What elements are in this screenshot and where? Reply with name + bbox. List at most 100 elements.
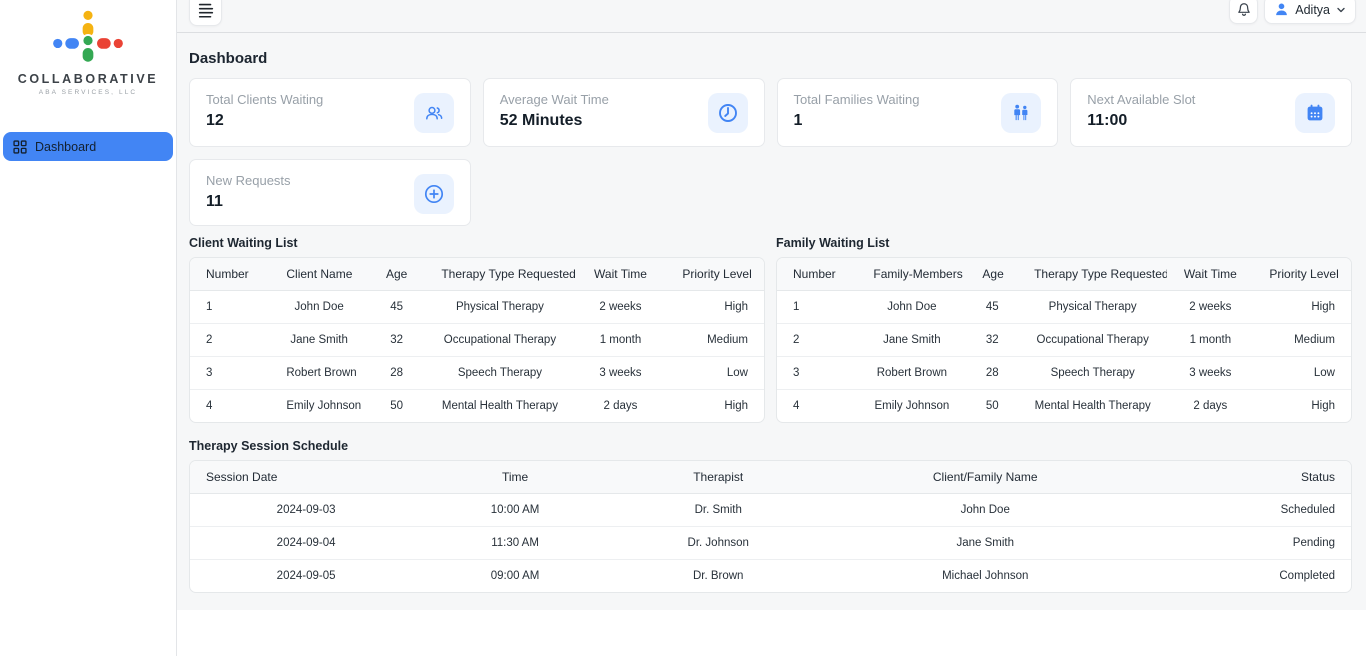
table-cell: 1 month (1167, 324, 1253, 357)
table-cell: Jane Smith (857, 324, 966, 357)
main-area: Aditya Dashboard Total Clients Waiting 1… (177, 0, 1366, 656)
section-title: Family Waiting List (776, 236, 1352, 250)
table-cell: John Doe (270, 291, 368, 324)
sidebar-nav: Dashboard (0, 132, 176, 161)
sidebar-toggle-button[interactable] (189, 0, 222, 26)
notifications-button[interactable] (1229, 0, 1258, 24)
table-row: 2024-09-0310:00 AMDr. SmithJohn DoeSched… (190, 494, 1351, 527)
table-row: 3Robert Brown28Speech Therapy3 weeksLow (777, 357, 1351, 390)
table-cell: Occupational Therapy (425, 324, 574, 357)
column-header: Session Date (190, 461, 422, 494)
table-cell: High (1253, 390, 1351, 423)
table-cell: 4 (777, 390, 857, 423)
table-cell: Dr. Brown (608, 560, 829, 593)
table-row: 3Robert Brown28Speech Therapy3 weeksLow (190, 357, 764, 390)
dashboard-content: Dashboard Total Clients Waiting 12 Avera… (177, 33, 1366, 610)
table-cell: 3 weeks (575, 357, 667, 390)
table-row: 2Jane Smith32Occupational Therapy1 month… (777, 324, 1351, 357)
table-cell: Occupational Therapy (1018, 324, 1167, 357)
user-menu-button[interactable]: Aditya (1264, 0, 1356, 24)
bell-icon (1236, 2, 1252, 18)
table-cell: Medium (666, 324, 764, 357)
table-cell: Michael Johnson (829, 560, 1142, 593)
column-header: Wait Time (1167, 258, 1253, 291)
table-cell: 3 (190, 357, 270, 390)
table-cell: 2024-09-03 (190, 494, 422, 527)
hamburger-icon (197, 1, 215, 19)
table-cell: High (1253, 291, 1351, 324)
table-header-row: NumberClient NameAgeTherapy Type Request… (190, 258, 764, 291)
table-cell: 50 (966, 390, 1018, 423)
section-title: Therapy Session Schedule (189, 439, 1352, 453)
table-cell: 1 (777, 291, 857, 324)
column-header: Therapist (608, 461, 829, 494)
stat-cards: Total Clients Waiting 12 Average Wait Ti… (189, 78, 1352, 147)
brand-name: COLLABORATIVE (6, 72, 170, 86)
calendar-icon (1295, 93, 1335, 133)
brand-logo: COLLABORATIVE ABA SERVICES, LLC (0, 0, 176, 96)
chevron-down-icon (1336, 5, 1346, 15)
table-cell: Dr. Johnson (608, 527, 829, 560)
client-waiting-section: Client Waiting List NumberClient NameAge… (189, 236, 765, 423)
column-header: Priority Level (1253, 258, 1351, 291)
client-waiting-table: NumberClient NameAgeTherapy Type Request… (189, 257, 765, 423)
column-header: Therapy Type Requested (425, 258, 574, 291)
column-header: Age (966, 258, 1018, 291)
stat-card-next-slot: Next Available Slot 11:00 (1070, 78, 1352, 147)
plus-circle-icon (414, 174, 454, 214)
table-cell: 2 days (575, 390, 667, 423)
table-cell: Completed (1142, 560, 1351, 593)
table-cell: Jane Smith (270, 324, 368, 357)
clock-icon (708, 93, 748, 133)
family-icon (1001, 93, 1041, 133)
table-cell: 2 weeks (575, 291, 667, 324)
table-row: 2Jane Smith32Occupational Therapy1 month… (190, 324, 764, 357)
sidebar-item-dashboard[interactable]: Dashboard (3, 132, 173, 161)
table-cell: Scheduled (1142, 494, 1351, 527)
table-cell: High (666, 291, 764, 324)
table-cell: Low (666, 357, 764, 390)
column-header: Family-Members Name (857, 258, 966, 291)
table-cell: 2 weeks (1167, 291, 1253, 324)
column-header: Client Name (270, 258, 368, 291)
table-cell: Speech Therapy (425, 357, 574, 390)
table-row: 2024-09-0411:30 AMDr. JohnsonJane SmithP… (190, 527, 1351, 560)
table-cell: Jane Smith (829, 527, 1142, 560)
stat-card-total-clients: Total Clients Waiting 12 (189, 78, 471, 147)
table-row: 2024-09-0509:00 AMDr. BrownMichael Johns… (190, 560, 1351, 593)
table-cell: Dr. Smith (608, 494, 829, 527)
page-title: Dashboard (189, 50, 1352, 67)
stat-card-total-families: Total Families Waiting 1 (777, 78, 1059, 147)
table-cell: Speech Therapy (1018, 357, 1167, 390)
schedule-section: Therapy Session Schedule Session DateTim… (189, 439, 1352, 593)
section-title: Client Waiting List (189, 236, 765, 250)
column-header: Client/Family Name (829, 461, 1142, 494)
table-cell: Medium (1253, 324, 1351, 357)
table-cell: Mental Health Therapy (425, 390, 574, 423)
table-cell: Emily Johnson (857, 390, 966, 423)
table-cell: 45 (966, 291, 1018, 324)
table-cell: 4 (190, 390, 270, 423)
table-cell: Physical Therapy (1018, 291, 1167, 324)
column-header: Number (777, 258, 857, 291)
table-cell: Pending (1142, 527, 1351, 560)
brand-subtitle: ABA SERVICES, LLC (6, 89, 170, 96)
column-header: Wait Time (575, 258, 667, 291)
table-cell: 1 (190, 291, 270, 324)
table-cell: 11:30 AM (422, 527, 608, 560)
stat-card-average-wait: Average Wait Time 52 Minutes (483, 78, 765, 147)
grid-icon (13, 140, 27, 154)
table-cell: 32 (368, 324, 425, 357)
table-row: 4Emily Johnson50Mental Health Therapy2 d… (777, 390, 1351, 423)
table-cell: Robert Brown (270, 357, 368, 390)
table-cell: 2 days (1167, 390, 1253, 423)
table-cell: 3 weeks (1167, 357, 1253, 390)
sidebar-item-label: Dashboard (35, 140, 96, 154)
table-cell: John Doe (857, 291, 966, 324)
column-header: Priority Level (666, 258, 764, 291)
table-cell: Mental Health Therapy (1018, 390, 1167, 423)
schedule-table: Session DateTimeTherapistClient/Family N… (189, 460, 1352, 593)
user-avatar-icon (1274, 2, 1289, 17)
table-cell: 28 (966, 357, 1018, 390)
table-row: 1John Doe45Physical Therapy2 weeksHigh (190, 291, 764, 324)
